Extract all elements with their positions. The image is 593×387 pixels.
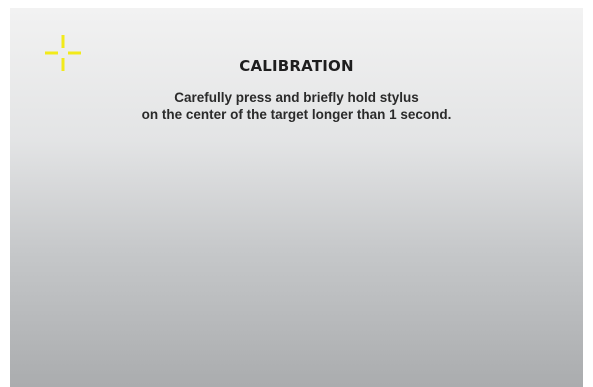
instruction-line-2: on the center of the target longer than … — [141, 107, 452, 122]
calibration-screen[interactable]: CALIBRATION Carefully press and briefly … — [10, 8, 583, 387]
instruction-line-1: Carefully press and briefly hold stylus — [174, 90, 419, 105]
calibration-title: CALIBRATION — [239, 57, 354, 75]
calibration-instructions: Carefully press and briefly hold stylus … — [10, 89, 583, 123]
